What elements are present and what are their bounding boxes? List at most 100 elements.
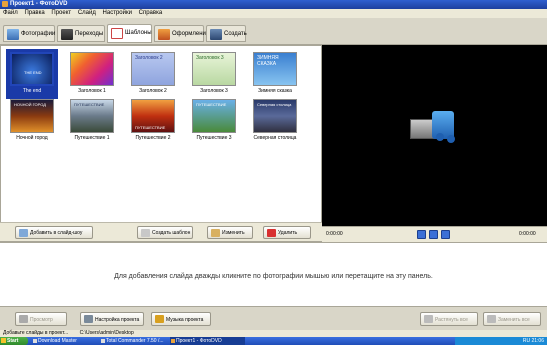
edit-icon — [211, 229, 220, 237]
delete-icon — [267, 229, 276, 237]
os-taskbar: Start Download Master Total Commander 7.… — [0, 337, 547, 345]
menu-item-file[interactable]: Файл — [3, 10, 18, 16]
edit-template-button[interactable]: Изменить — [207, 226, 253, 239]
menu-item-help[interactable]: Справка — [139, 10, 163, 16]
windows-logo-icon — [1, 338, 6, 343]
fotodvd-icon — [171, 339, 175, 343]
create-template-button[interactable]: Создать шаблон — [137, 226, 193, 239]
menu-bar: Файл Правка Проект Слайд Настройки Справ… — [0, 9, 547, 18]
template-caption: The end — [22, 88, 42, 94]
templates-panel: THE END The end Заголовок 1 Заголовок 2 … — [0, 45, 322, 242]
status-bar: Добавьте слайды в проект... C:\Users\adm… — [0, 330, 547, 337]
music-icon — [155, 315, 164, 323]
app-icon — [2, 1, 8, 7]
tab-design[interactable]: Оформление — [154, 25, 209, 42]
template-caption: Заголовок 1 — [78, 88, 106, 94]
player-controls: 0:00:00 0:00:00 — [322, 226, 547, 242]
status-hint: Добавьте слайды в проект... — [3, 330, 69, 336]
template-thumbnail: Северная столица — [253, 99, 297, 133]
template-thumbnail: Заголовок 3 — [192, 52, 236, 86]
template-thumbnail — [70, 52, 114, 86]
tab-create-label: Создать — [224, 31, 247, 37]
template-winter-tale[interactable]: ЗИМНЯЯ СКАЗКА Зимняя сказка — [253, 52, 297, 94]
tabs-bar: Фотографии Переходы Шаблоны Оформление С… — [0, 18, 547, 45]
menu-item-settings[interactable]: Настройки — [103, 10, 132, 16]
project-music-button[interactable]: Музыка проекта — [151, 312, 211, 326]
tray-clock: RU 21:06 — [522, 338, 544, 344]
total-time: 0:00:00 — [519, 231, 536, 237]
slide-drop-zone[interactable]: Для добавления слайда дважды кликните по… — [0, 242, 547, 306]
template-night-city[interactable]: НОЧНОЙ ГОРОД Ночной город — [10, 99, 54, 141]
drop-zone-hint: Для добавления слайда дважды кликните по… — [114, 273, 433, 280]
total-commander-icon — [101, 339, 105, 343]
play-button[interactable] — [417, 230, 426, 239]
tab-templates[interactable]: Шаблоны — [107, 24, 152, 43]
templates-icon — [111, 28, 123, 39]
stretch-all-button[interactable]: Растянуть все — [420, 312, 478, 326]
settings-icon — [84, 315, 93, 323]
menu-item-edit[interactable]: Правка — [24, 10, 44, 16]
template-travel-3[interactable]: ПУТЕШЕСТВИЕ Путешествие 3 — [192, 99, 236, 141]
system-tray: RU 21:06 — [455, 337, 547, 345]
new-template-icon — [141, 229, 150, 237]
template-thumbnail: ПУТЕШЕСТВИЕ — [131, 99, 175, 133]
tab-transitions-label: Переходы — [75, 31, 104, 37]
template-travel-1[interactable]: ПУТЕШЕСТВИЕ Путешествие 1 — [70, 99, 114, 141]
start-button[interactable]: Start — [0, 337, 28, 345]
project-toolbar: Просмотр Настройка проекта Музыка проект… — [0, 306, 547, 330]
template-caption: Путешествие 3 — [196, 135, 232, 141]
template-thumbnail: ПУТЕШЕСТВИЕ — [192, 99, 236, 133]
window-title-bar[interactable]: Проект1 - ФотоDVD — [0, 0, 547, 9]
template-caption: Путешествие 1 — [74, 135, 110, 141]
template-caption: Северная столица — [253, 135, 297, 141]
pause-button[interactable] — [429, 230, 438, 239]
template-title-2[interactable]: Заголовок 2 Заголовок 2 — [131, 52, 175, 94]
template-thumbnail: THE END — [10, 52, 54, 86]
template-travel-2[interactable]: ПУТЕШЕСТВИЕ Путешествие 2 — [131, 99, 175, 141]
add-to-slideshow-button[interactable]: Добавить в слайд-шоу — [15, 226, 93, 239]
add-slide-icon — [19, 229, 28, 237]
current-time: 0:00:00 — [326, 231, 343, 237]
project-settings-button[interactable]: Настройка проекта — [80, 312, 144, 326]
preview-screen — [322, 45, 547, 242]
task-total-commander[interactable]: Total Commander 7.50 /... — [100, 337, 164, 345]
template-caption: Заголовок 2 — [139, 88, 167, 94]
tab-photos-label: Фотографии — [21, 31, 56, 37]
template-caption: Ночной город — [16, 135, 48, 141]
status-path: C:\Users\admin\Desktop — [79, 330, 134, 336]
stretch-icon — [424, 315, 433, 323]
template-title-1[interactable]: Заголовок 1 — [70, 52, 114, 94]
preview-button[interactable]: Просмотр — [15, 312, 67, 326]
template-thumbnail: ЗИМНЯЯ СКАЗКА — [253, 52, 297, 86]
tab-templates-label: Шаблоны — [125, 30, 152, 36]
tab-transitions[interactable]: Переходы — [57, 25, 105, 42]
tab-design-label: Оформление — [172, 31, 210, 37]
template-actions-bar: Добавить в слайд-шоу Создать шаблон Изме… — [0, 222, 322, 241]
replace-all-button[interactable]: Заменить все — [483, 312, 541, 326]
template-thumbnail: НОЧНОЙ ГОРОД — [10, 99, 54, 133]
download-master-icon — [33, 339, 37, 343]
transitions-icon — [61, 29, 73, 40]
task-download-master[interactable]: Download Master — [32, 337, 77, 345]
monitor-icon — [19, 315, 28, 323]
template-caption: Зимняя сказка — [258, 88, 292, 94]
template-thumbnail: ПУТЕШЕСТВИЕ — [70, 99, 114, 133]
template-caption: Путешествие 2 — [135, 135, 171, 141]
menu-item-project[interactable]: Проект — [51, 10, 71, 16]
template-the-end[interactable]: THE END The end — [10, 52, 54, 94]
tab-photos[interactable]: Фотографии — [3, 25, 55, 42]
template-northern-capital[interactable]: Северная столица Северная столица — [253, 99, 297, 141]
tab-create[interactable]: Создать — [206, 25, 247, 42]
design-icon — [158, 29, 170, 40]
stop-button[interactable] — [441, 230, 450, 239]
photos-icon — [7, 29, 19, 40]
menu-item-slide[interactable]: Слайд — [78, 10, 96, 16]
delete-template-button[interactable]: Удалить — [263, 226, 311, 239]
create-icon — [210, 29, 222, 40]
replace-icon — [487, 315, 496, 323]
template-title-3[interactable]: Заголовок 3 Заголовок 3 — [192, 52, 236, 94]
window-title: Проект1 - ФотоDVD — [10, 1, 68, 7]
film-music-icon — [410, 107, 460, 147]
template-thumbnail: Заголовок 2 — [131, 52, 175, 86]
task-fotodvd[interactable]: Проект1 - ФотоDVD — [170, 337, 245, 345]
